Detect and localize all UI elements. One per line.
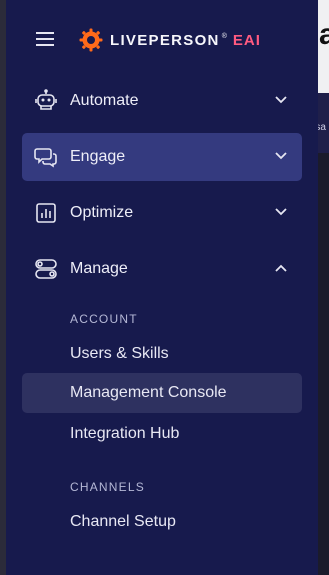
section-title-account: ACCOUNT [70,312,138,326]
sub-item-channel-setup[interactable]: Channel Setup [22,502,302,542]
bar-chart-icon [36,203,56,223]
sub-label-management-console: Management Console [70,384,227,401]
chat-bubbles-icon [34,148,57,168]
section-title-channels: CHANNELS [70,480,145,494]
nav-item-automate[interactable]: Automate [22,77,302,125]
hamburger-menu-icon[interactable] [36,31,54,47]
nav-item-manage[interactable]: Manage [22,245,302,293]
nav-label-optimize: Optimize [70,204,134,221]
robot-icon [35,89,57,110]
logo-eai-suffix: EAI [232,31,261,49]
sub-label-integration-hub: Integration Hub [70,425,180,442]
chevron-down-icon[interactable] [274,207,288,217]
sidebar: LIVEPERSON ® EAI Automate Engage Optimiz… [6,0,318,575]
sub-label-users-skills: Users & Skills [70,345,169,362]
background-heading-fragment: a [319,18,329,51]
sidebar-header: LIVEPERSON ® EAI [6,0,318,80]
nav-label-manage: Manage [70,260,128,277]
liveperson-logo[interactable]: LIVEPERSON ® EAI [79,28,261,52]
nav-item-optimize[interactable]: Optimize [22,189,302,237]
chevron-down-icon[interactable] [274,151,288,161]
sub-label-channel-setup: Channel Setup [70,513,176,530]
sub-item-integration-hub[interactable]: Integration Hub [22,414,302,454]
chevron-down-icon[interactable] [274,95,288,105]
sub-item-users-skills[interactable]: Users & Skills [22,334,302,374]
nav-label-engage: Engage [70,148,126,165]
chevron-up-icon[interactable] [274,263,288,273]
logo-wordmark: LIVEPERSON [110,31,220,49]
registered-mark: ® [221,32,227,40]
nav-item-engage[interactable]: Engage [22,133,302,181]
sub-item-management-console[interactable]: Management Console [22,373,302,413]
nav-label-automate: Automate [70,92,139,109]
toggles-icon [35,259,57,279]
liveperson-logo-icon [79,28,103,52]
